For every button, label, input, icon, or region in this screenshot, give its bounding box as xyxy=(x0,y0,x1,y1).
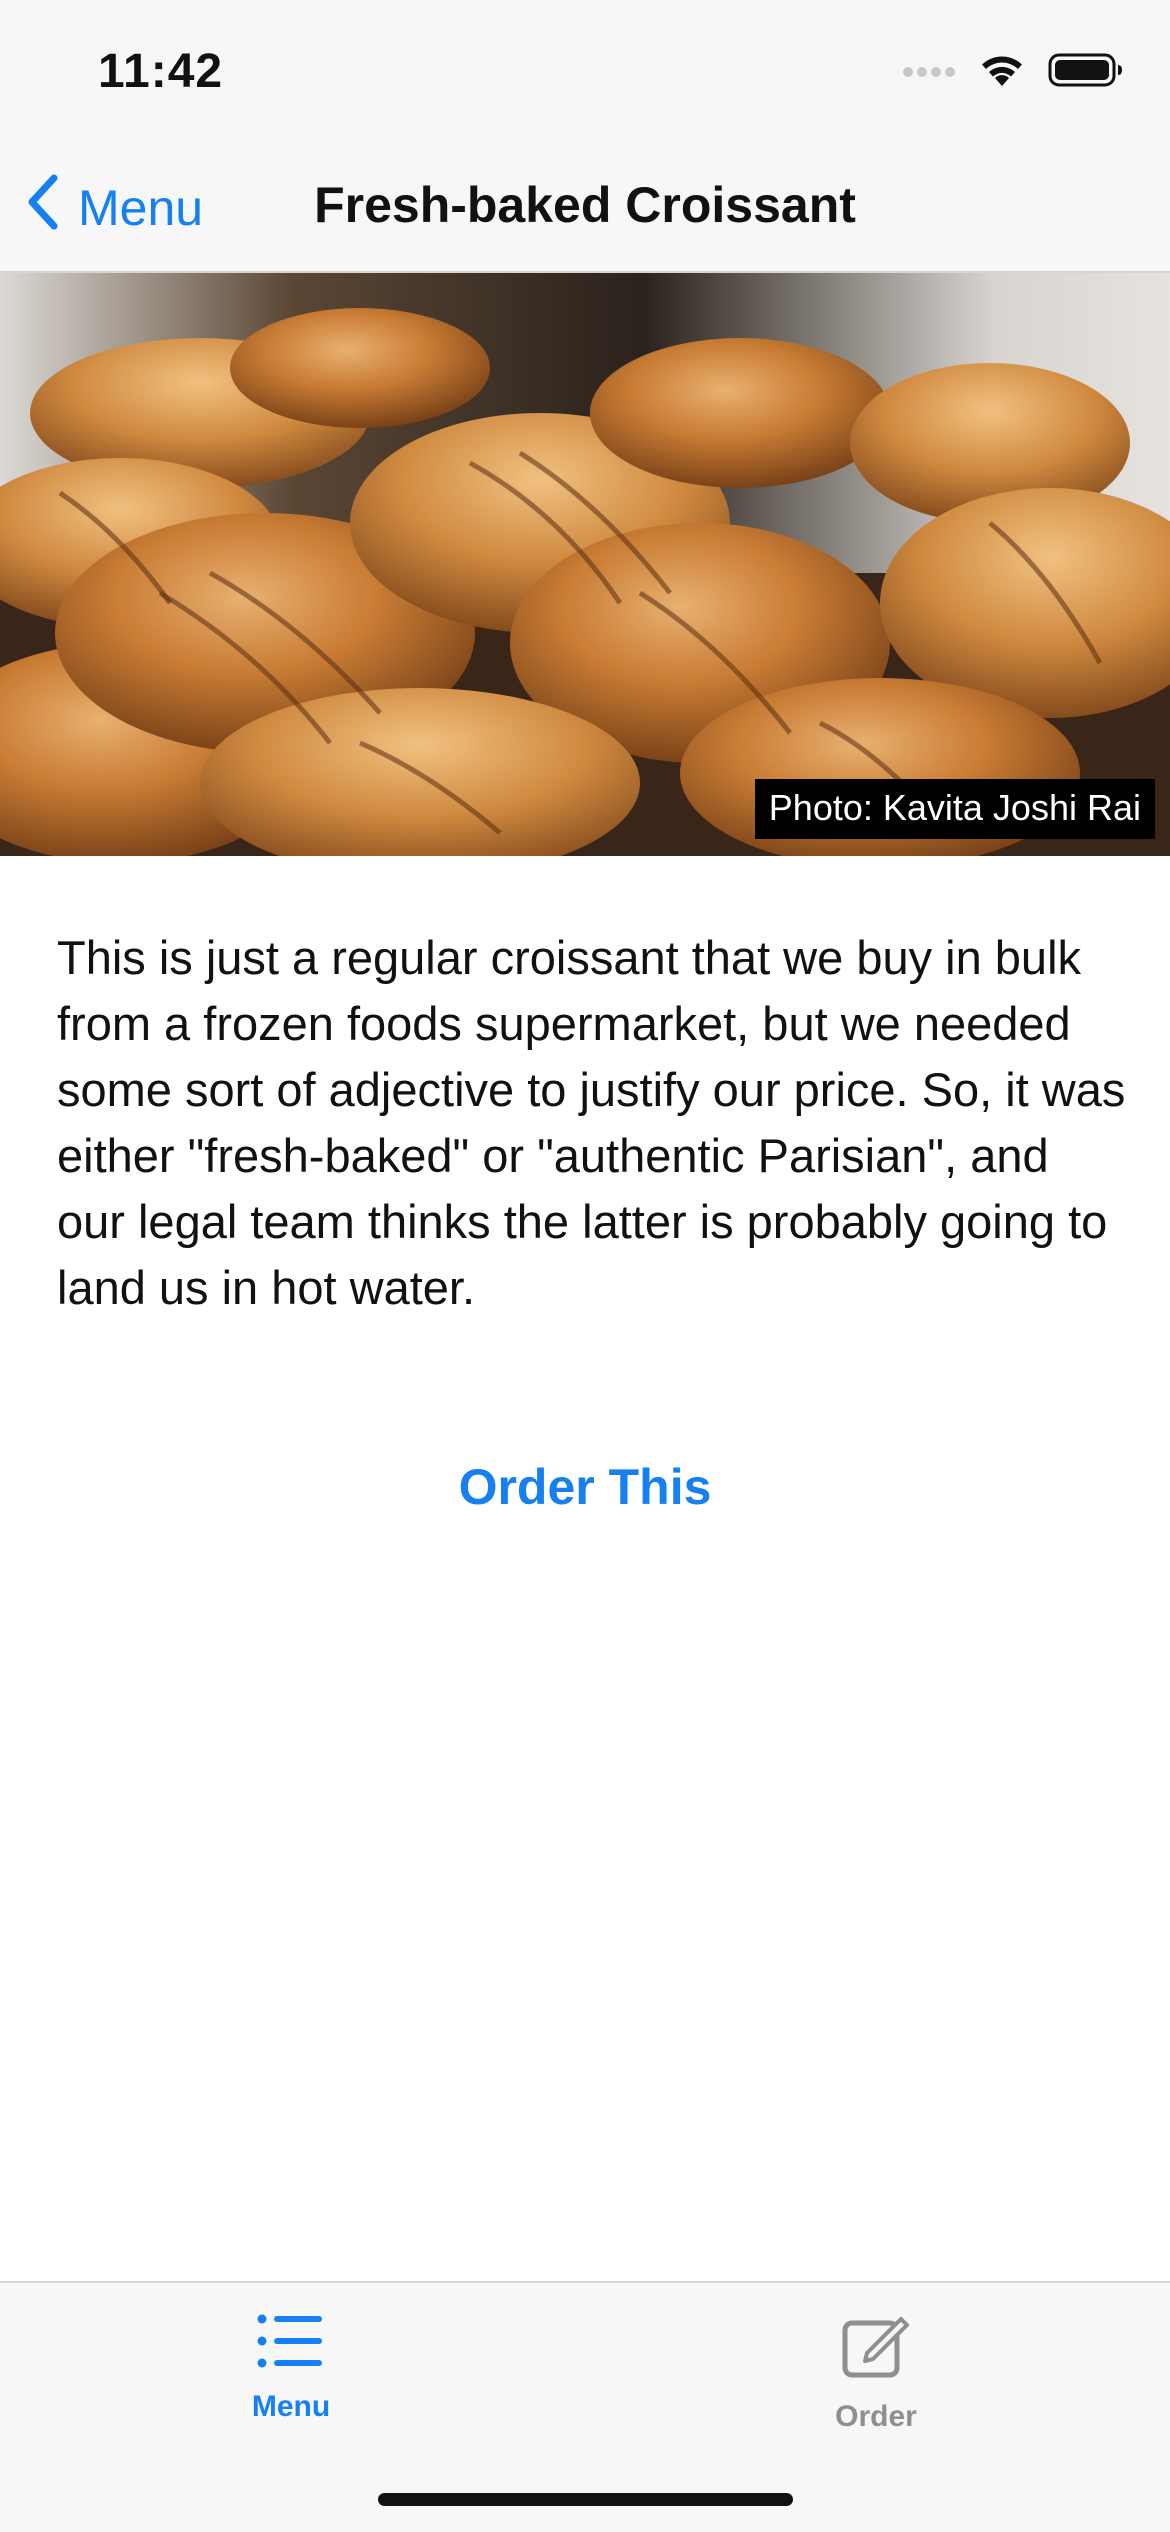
item-description: This is just a regular croissant that we… xyxy=(57,931,1126,1314)
order-this-button[interactable]: Order This xyxy=(0,1458,1170,1516)
tab-bar: Menu Order xyxy=(0,2281,1170,2532)
status-icons xyxy=(902,52,1124,93)
tab-menu[interactable]: Menu xyxy=(141,2313,441,2424)
photo-credit: Photo: Kavita Joshi Rai xyxy=(754,779,1155,839)
compose-icon xyxy=(841,2317,911,2383)
list-icon xyxy=(256,2314,326,2373)
page-title: Fresh-baked Croissant xyxy=(314,177,856,233)
croissant-photo xyxy=(0,273,1170,856)
tab-order[interactable]: Order xyxy=(726,2313,1026,2434)
status-bar: 11:42 xyxy=(0,0,1170,150)
wifi-icon xyxy=(978,52,1026,93)
home-indicator[interactable] xyxy=(378,2493,793,2506)
battery-icon xyxy=(1048,52,1124,93)
signal-icon xyxy=(902,62,956,83)
tab-menu-label: Menu xyxy=(251,2390,331,2423)
navigation-bar: Menu Fresh-baked Croissant xyxy=(0,150,1170,273)
hero-image: Photo: Kavita Joshi Rai xyxy=(0,273,1170,856)
tab-order-label: Order xyxy=(835,2400,917,2433)
status-time: 11:42 xyxy=(98,45,224,98)
